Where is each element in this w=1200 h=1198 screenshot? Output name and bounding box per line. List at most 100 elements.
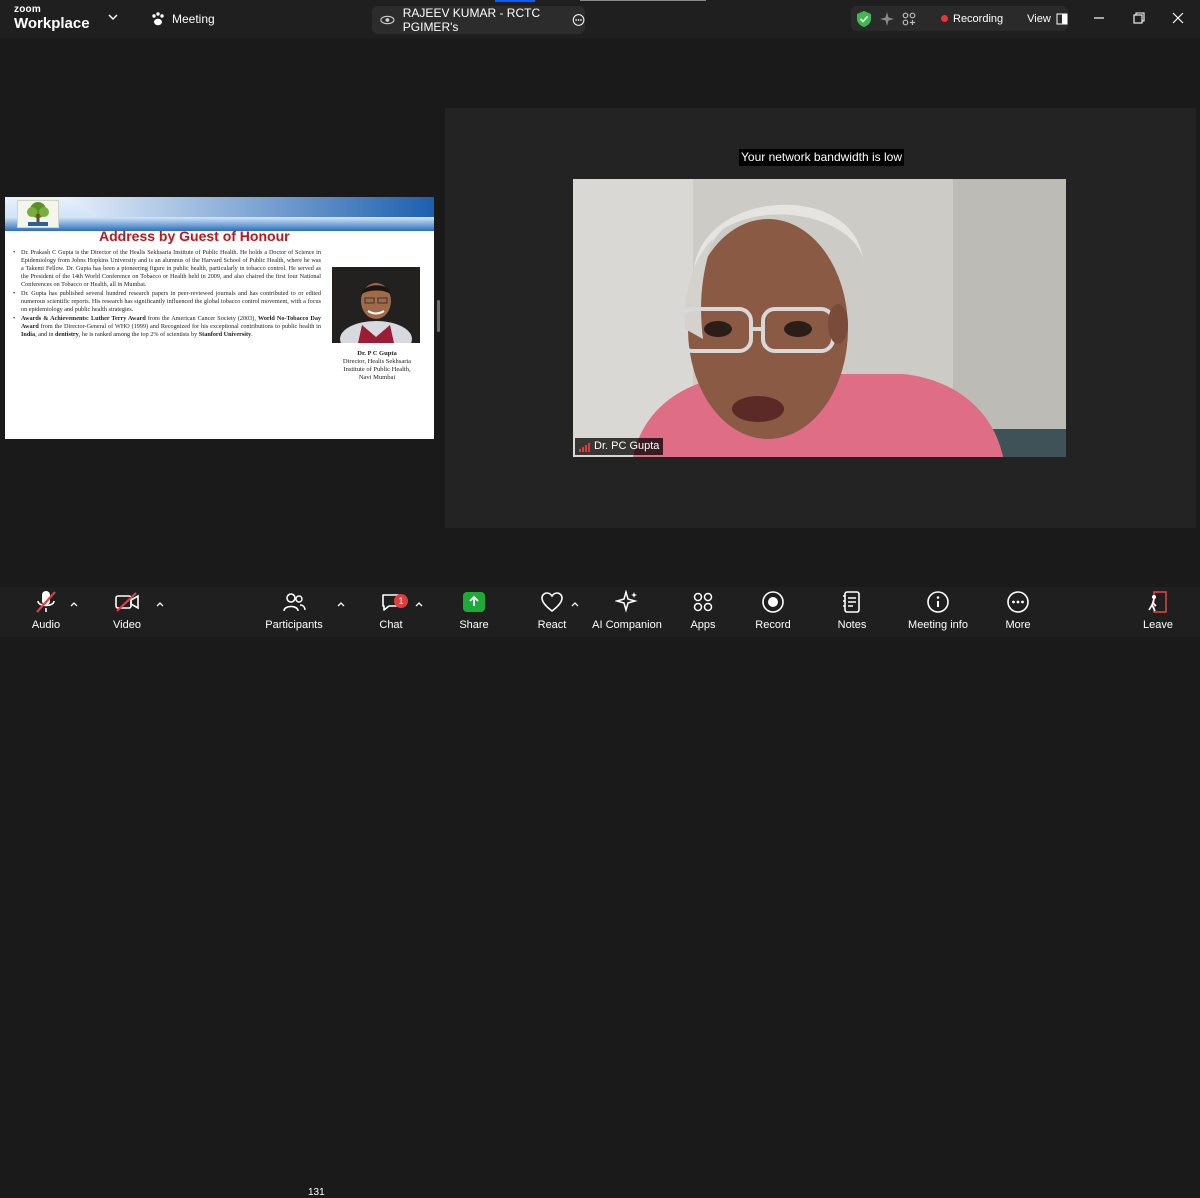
awards-label: Awards & Achievements: xyxy=(21,314,89,322)
participant-video[interactable] xyxy=(573,179,1066,457)
participant-name: Dr. PC Gupta xyxy=(594,440,660,452)
participants-button[interactable]: Participants xyxy=(265,587,323,637)
window-title-tab[interactable]: RAJEEV KUMAR - RCTC PGIMER's xyxy=(372,6,585,34)
ai-companion-icon xyxy=(615,590,638,613)
shield-check-icon[interactable] xyxy=(855,10,873,28)
record-icon xyxy=(762,591,784,613)
microphone-muted-icon xyxy=(36,591,56,613)
meeting-status-bar: Recording View xyxy=(851,6,1068,31)
award-text-1: from the American Cancer Society (2003), xyxy=(145,314,258,322)
paw-icon xyxy=(152,12,164,26)
apps-grid-icon xyxy=(693,592,713,612)
participant-video-frame xyxy=(573,179,1066,457)
caption-line: Navi Mumbai xyxy=(358,374,396,381)
apps-button[interactable]: Apps xyxy=(689,587,717,637)
more-button[interactable]: More xyxy=(1003,587,1033,637)
award-text-4: , he is ranked among the top 2% of scien… xyxy=(78,330,199,338)
notes-label: Notes xyxy=(837,619,867,631)
restore-icon[interactable] xyxy=(1131,10,1147,26)
react-label: React xyxy=(537,619,567,631)
window-title: RAJEEV KUMAR - RCTC PGIMER's xyxy=(402,6,541,34)
chevron-up-icon[interactable] xyxy=(414,599,424,609)
chevron-up-icon[interactable] xyxy=(570,599,580,609)
minimize-icon[interactable] xyxy=(1091,10,1107,26)
award-1: Luther Terry Award xyxy=(91,314,146,322)
view-layout-icon xyxy=(1056,13,1068,24)
chevron-up-icon[interactable] xyxy=(69,599,79,609)
more-label: More xyxy=(1005,619,1031,631)
share-label: Share xyxy=(459,619,489,631)
meeting-info-label: Meeting info xyxy=(908,619,968,631)
award-text-5: . xyxy=(251,330,253,338)
camera-off-icon xyxy=(115,592,139,612)
more-icon xyxy=(1007,591,1029,613)
signal-strength-icon xyxy=(579,442,590,452)
chevron-up-icon[interactable] xyxy=(155,599,165,609)
speaker-caption: Dr. P C Gupta Director, Healis Sekhsaria… xyxy=(323,350,431,382)
chat-label: Chat xyxy=(379,619,403,631)
slide-bullet: Dr. Prakash C Gupta is the Director of t… xyxy=(13,249,321,289)
shared-screen: Address by Guest of Honour Dr. Prakash C… xyxy=(5,197,434,439)
leave-button[interactable]: Leave xyxy=(1143,587,1173,637)
meeting-label: Meeting xyxy=(172,12,215,26)
caption-name: Dr. P C Gupta xyxy=(357,350,397,357)
view-button[interactable]: View xyxy=(1027,13,1068,25)
top-bar: zoom Workplace Meeting RAJEEV KUMAR - RC… xyxy=(0,0,1200,38)
portrait-image xyxy=(332,267,420,343)
ai-companion-button[interactable]: AI Companion xyxy=(592,587,662,637)
participant-name-tag: Dr. PC Gupta xyxy=(575,438,664,455)
recording-indicator[interactable]: Recording xyxy=(941,13,1003,25)
react-button[interactable]: React xyxy=(537,587,567,637)
meeting-menu-button[interactable]: Meeting xyxy=(150,11,215,27)
title-accent-line xyxy=(580,0,706,1)
slide-body: Dr. Prakash C Gupta is the Director of t… xyxy=(13,249,321,340)
notes-icon xyxy=(843,591,860,613)
recording-dot-icon xyxy=(941,15,948,22)
audio-button[interactable]: Audio xyxy=(30,587,62,637)
chevron-down-icon[interactable] xyxy=(106,10,120,24)
caption-line: Director, Healis Sekhsaria xyxy=(342,358,412,365)
tree-logo-icon xyxy=(27,202,49,226)
leave-door-icon xyxy=(1148,591,1167,613)
record-label: Record xyxy=(755,619,791,631)
chevron-up-icon[interactable] xyxy=(336,599,346,609)
share-screen-icon xyxy=(463,592,485,612)
video-button[interactable]: Video xyxy=(112,587,142,637)
award-place: India xyxy=(21,330,36,338)
record-button[interactable]: Record xyxy=(755,587,791,637)
title-accent-line xyxy=(495,0,535,2)
apps-icon[interactable] xyxy=(901,11,917,27)
participants-label: Participants xyxy=(265,619,323,631)
rctc-logo xyxy=(17,200,59,228)
close-icon[interactable] xyxy=(1170,10,1186,26)
brand-zoom: zoom xyxy=(14,4,41,15)
recording-label: Recording xyxy=(953,12,1004,25)
caption-line: Institute of Public Health, xyxy=(343,366,411,373)
slide-header-ribbon xyxy=(65,197,434,217)
leave-label: Leave xyxy=(1143,619,1173,631)
ai-sparkle-icon[interactable] xyxy=(879,11,895,27)
brand-workplace: Workplace xyxy=(14,15,90,32)
slide-bullet: Dr. Gupta has published several hundred … xyxy=(13,290,321,314)
split-view-handle[interactable] xyxy=(437,300,440,332)
profile-icon xyxy=(380,15,395,25)
award-text-3: , and in xyxy=(35,330,56,338)
participants-count: 131 xyxy=(308,1187,325,1198)
more-options-icon[interactable] xyxy=(572,12,585,28)
slide-title: Address by Guest of Honour xyxy=(99,228,290,244)
meeting-info-button[interactable]: Meeting info xyxy=(906,587,970,637)
chat-unread-badge: 1 xyxy=(394,594,408,608)
award-field: dentistry xyxy=(55,330,79,338)
apps-label: Apps xyxy=(690,619,716,631)
notes-button[interactable]: Notes xyxy=(837,587,867,637)
app-brand[interactable]: zoom Workplace xyxy=(14,4,90,32)
award-university: Stanford University xyxy=(198,330,252,338)
participants-icon xyxy=(283,593,306,612)
info-icon xyxy=(927,591,949,613)
video-label: Video xyxy=(113,619,141,631)
ai-companion-label: AI Companion xyxy=(592,619,662,631)
meeting-toolbar: Audio Video Participants 131 Chat Share … xyxy=(0,587,1200,1198)
view-label: View xyxy=(1027,12,1051,25)
heart-icon xyxy=(541,592,563,613)
share-button[interactable]: Share xyxy=(458,587,490,637)
